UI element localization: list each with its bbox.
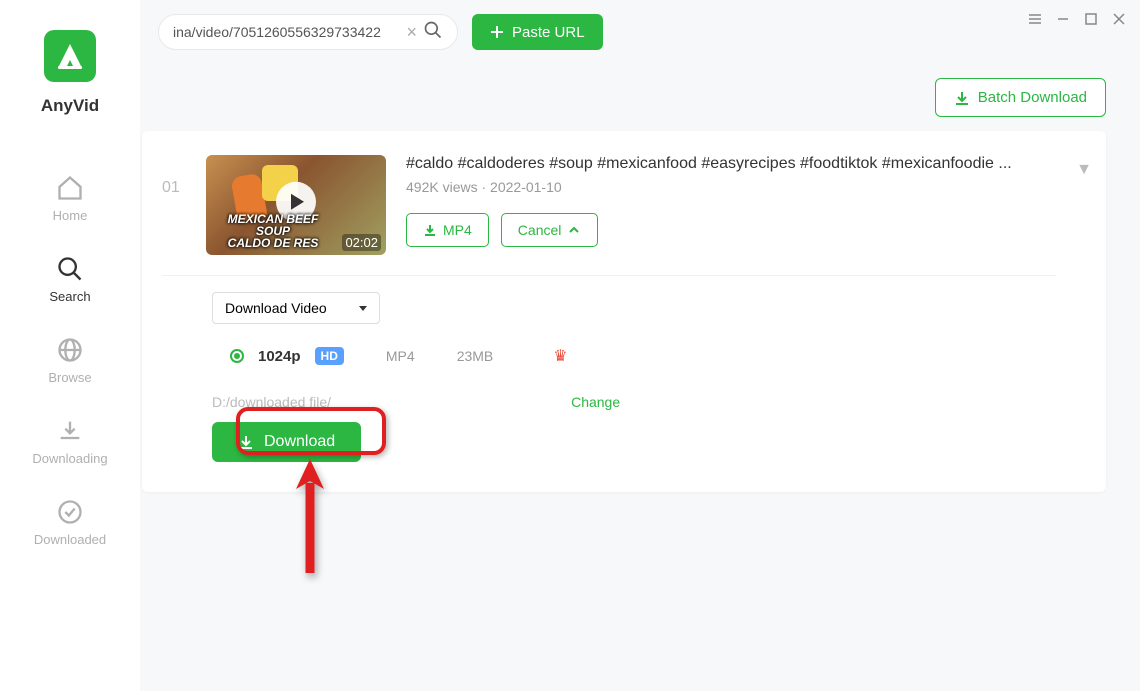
video-thumbnail[interactable]: MEXICAN BEEF SOUP CALDO DE RES 02:02: [206, 155, 386, 255]
batch-download-label: Batch Download: [978, 89, 1087, 106]
video-date: 2022-01-10: [490, 179, 562, 195]
download-path: D:/downloaded file/: [212, 394, 331, 410]
dropdown-label: Download Video: [225, 300, 327, 316]
minimize-icon[interactable]: [1056, 12, 1070, 31]
close-icon[interactable]: [1112, 12, 1126, 31]
downloaded-icon: [56, 498, 84, 526]
download-icon: [954, 90, 970, 106]
radio-selected-icon: [230, 349, 244, 363]
nav-label: Downloaded: [34, 532, 106, 547]
search-box: ×: [158, 14, 458, 50]
nav-downloaded[interactable]: Downloaded: [0, 484, 140, 561]
download-label: Download: [264, 433, 335, 451]
mp4-button[interactable]: MP4: [406, 213, 489, 247]
video-views: 492K views: [406, 179, 490, 195]
nav-home[interactable]: Home: [0, 160, 140, 237]
plus-icon: [490, 25, 504, 39]
download-type-dropdown[interactable]: Download Video: [212, 292, 380, 324]
caret-down-icon: [359, 306, 367, 311]
quality-resolution: 1024p: [258, 348, 301, 365]
quality-format: MP4: [386, 348, 415, 364]
download-button[interactable]: Download: [212, 422, 361, 462]
video-index: 01: [162, 155, 186, 197]
cancel-button[interactable]: Cancel: [501, 213, 599, 247]
quality-option[interactable]: 1024p HD MP4 23MB ♛: [212, 346, 1056, 366]
nav-downloading[interactable]: Downloading: [0, 403, 140, 480]
paste-url-label: Paste URL: [512, 24, 585, 41]
paste-url-button[interactable]: Paste URL: [472, 14, 603, 50]
download-icon: [238, 434, 254, 450]
hd-badge: HD: [315, 347, 344, 365]
nav-search[interactable]: Search: [0, 241, 140, 318]
nav-label: Home: [53, 208, 88, 223]
video-title: #caldo #caldoderes #soup #mexicanfood #e…: [406, 155, 1046, 173]
thumb-caption: MEXICAN BEEF SOUP CALDO DE RES: [212, 213, 334, 249]
quality-size: 23MB: [457, 348, 494, 364]
batch-download-button[interactable]: Batch Download: [935, 78, 1106, 117]
downloading-icon: [56, 417, 84, 445]
nav-label: Downloading: [32, 451, 107, 466]
home-icon: [56, 174, 84, 202]
search-icon: [56, 255, 84, 283]
download-icon: [423, 223, 437, 237]
chevron-up-icon: [567, 223, 581, 237]
clear-icon[interactable]: ×: [400, 22, 423, 43]
search-submit-icon[interactable]: [423, 20, 443, 45]
mp4-label: MP4: [443, 222, 472, 238]
nav-label: Browse: [48, 370, 91, 385]
video-duration: 02:02: [342, 234, 381, 251]
app-name: AnyVid: [41, 96, 99, 116]
video-subtitle: 492K views2022-01-10: [406, 179, 1056, 195]
maximize-icon[interactable]: [1084, 12, 1098, 31]
nav-label: Search: [49, 289, 90, 304]
nav-browse[interactable]: Browse: [0, 322, 140, 399]
change-path-link[interactable]: Change: [571, 394, 620, 410]
app-logo: [44, 30, 96, 82]
collapse-icon[interactable]: ▼: [1076, 161, 1092, 179]
menu-icon[interactable]: [1028, 12, 1042, 31]
crown-icon: ♛: [553, 346, 567, 366]
globe-icon: [56, 336, 84, 364]
search-input[interactable]: [173, 24, 400, 40]
cancel-label: Cancel: [518, 222, 562, 238]
